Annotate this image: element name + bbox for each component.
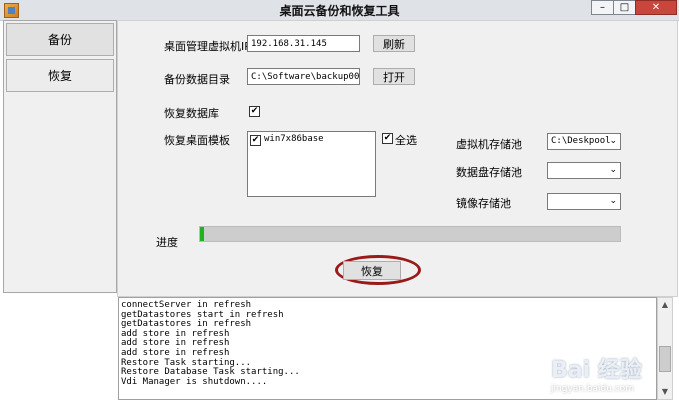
template-item-label: win7x86base [264,134,324,144]
data-disk-storage-select[interactable]: ⌄ [547,162,621,179]
watermark-logo: Bai 经验 [551,358,642,383]
backup-dir-input[interactable]: C:\Software\backup001 [247,68,360,85]
chevron-down-icon: ⌄ [609,165,617,175]
check-icon: ✔ [383,133,392,143]
select-all-label: 全选 [395,134,417,147]
vm-storage-select[interactable]: C:\Deskpool ⌄ [547,133,621,150]
select-all-checkbox[interactable]: ✔ [382,133,393,144]
maximize-button[interactable]: □ [613,0,636,15]
close-button[interactable]: ✕ [635,0,677,15]
restore-db-checkbox[interactable]: ✔ [249,106,260,117]
template-listbox[interactable]: ✔ win7x86base [247,131,376,197]
restore-button[interactable]: 恢复 [343,261,401,280]
watermark-url: jingyan.baidu.com [551,384,635,394]
progress-label: 进度 [156,236,178,249]
sidebar: 备份 恢复 [3,20,117,293]
backup-dir-label: 备份数据目录 [164,73,230,86]
watermark: Bai 经验 jingyan.baidu.com [551,352,642,394]
progress-bar [199,226,621,242]
image-storage-label: 镜像存储池 [456,197,511,210]
window-title: 桌面云备份和恢复工具 [279,4,400,18]
scroll-down-icon[interactable]: ▼ [658,385,672,399]
sidebar-item-restore[interactable]: 恢复 [6,59,114,92]
vm-storage-label: 虚拟机存储池 [456,138,522,151]
main-panel [117,20,678,297]
vm-storage-value: C:\Deskpool [551,136,611,146]
minimize-button[interactable]: – [591,0,613,15]
open-button[interactable]: 打开 [373,68,415,85]
restore-db-label: 恢复数据库 [164,107,219,120]
scroll-thumb[interactable] [659,346,671,372]
chevron-down-icon: ⌄ [609,196,617,206]
sidebar-item-backup[interactable]: 备份 [6,23,114,56]
chevron-down-icon: ⌄ [609,136,617,146]
log-scrollbar[interactable]: ▲ ▼ [657,297,673,400]
image-storage-select[interactable]: ⌄ [547,193,621,210]
restore-template-label: 恢复桌面模板 [164,134,230,147]
check-icon: ✔ [251,135,260,145]
template-checkbox[interactable]: ✔ [250,135,261,146]
scroll-up-icon[interactable]: ▲ [658,298,672,312]
desktop-vm-ip-input[interactable]: 192.168.31.145 [247,35,360,52]
refresh-button[interactable]: 刷新 [373,35,415,52]
progress-fill [200,227,205,241]
desktop-vm-ip-label: 桌面管理虚拟机IP [164,40,251,53]
data-disk-storage-label: 数据盘存储池 [456,166,522,179]
check-icon: ✔ [250,106,259,116]
